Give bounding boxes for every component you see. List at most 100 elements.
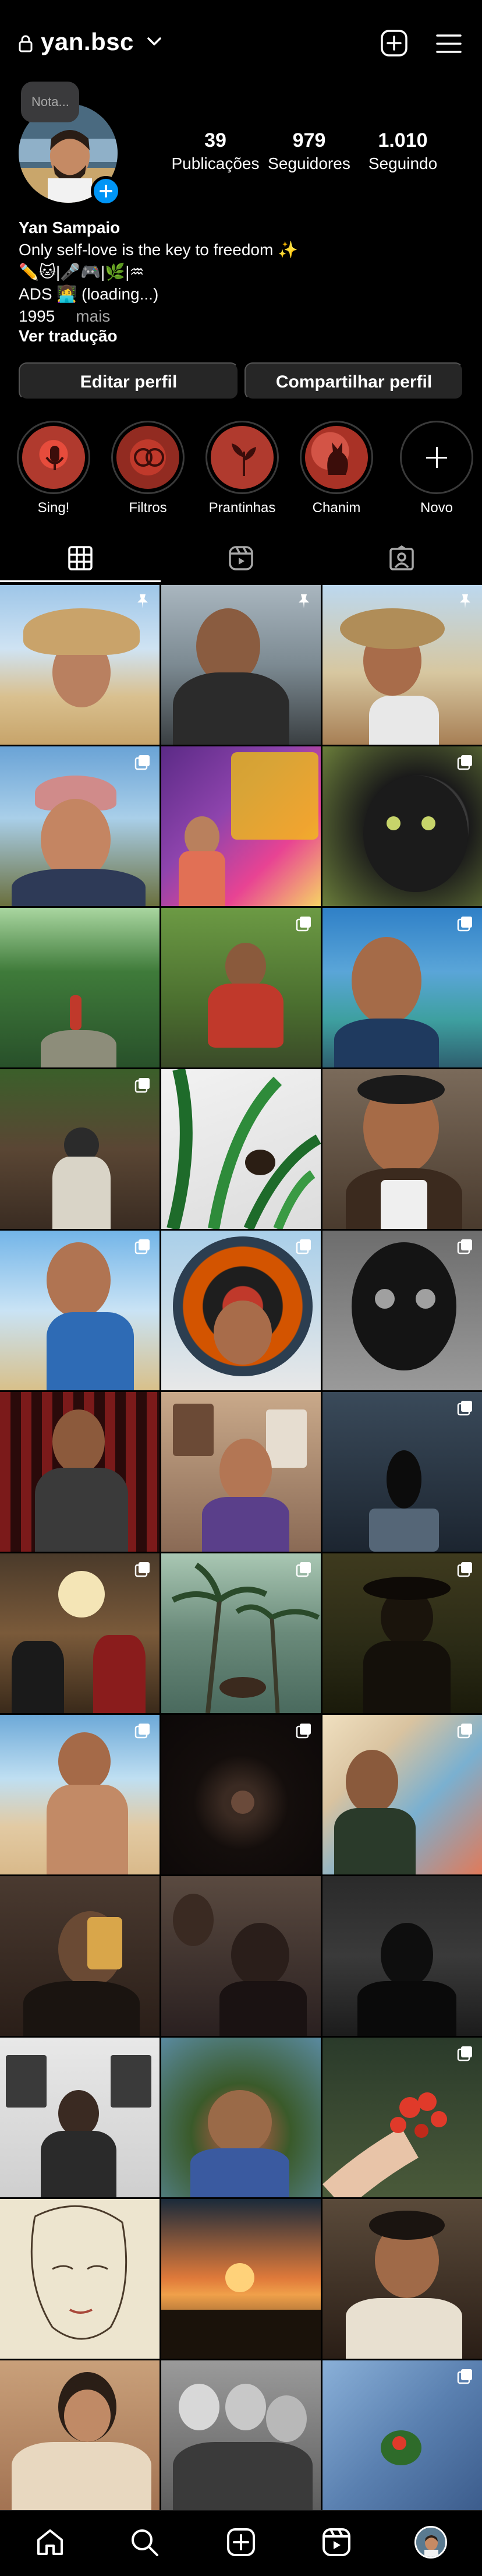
post-thumbnail[interactable] [322,1392,482,1552]
post-thumbnail[interactable] [161,1715,321,1874]
carousel-icon [296,917,311,932]
highlight-label: Filtros [129,500,167,516]
post-thumbnail[interactable] [0,2199,160,2359]
highlight-filtros[interactable]: Filtros [111,421,185,516]
carousel-icon [296,1724,311,1739]
post-thumbnail[interactable] [161,746,321,906]
stat-posts-label: Publicações [171,154,260,172]
note-bubble[interactable]: Nota... [21,82,79,122]
highlight-new[interactable]: Novo [399,421,474,516]
carousel-icon [457,1239,472,1254]
post-thumbnail[interactable] [0,1231,160,1390]
highlight-ring [111,421,185,494]
post-thumbnail[interactable] [0,585,160,745]
reels-icon [229,546,253,570]
post-thumbnail[interactable] [0,1715,160,1874]
stat-following[interactable]: 1.010 Seguindo [353,129,452,173]
new-highlight-plus-icon [400,421,473,494]
stat-followers-count: 979 [292,129,326,151]
bio-more-link[interactable]: mais [76,307,110,325]
edit-profile-button[interactable]: Editar perfil [19,362,239,400]
highlight-chanim[interactable]: Chanim [299,421,374,516]
highlight-ring [300,421,373,494]
post-thumbnail[interactable] [161,585,321,745]
carousel-icon [457,2369,472,2384]
chevron-down-icon[interactable] [147,36,162,47]
post-thumbnail[interactable] [161,1231,321,1390]
highlight-sing[interactable]: Sing! [16,421,91,516]
post-thumbnail[interactable] [322,1069,482,1229]
bio-line: ✏️🐱|🎤🎮|🌿|♒ [19,263,144,281]
tab-active-indicator [0,580,161,582]
share-profile-button[interactable]: Compartilhar perfil [244,362,463,400]
carousel-icon [457,917,472,932]
bio-line: ADS 👩‍💻 (loading...) [19,285,159,303]
filter-icon [134,448,164,467]
post-thumbnail[interactable] [322,2360,482,2520]
post-thumbnail[interactable] [161,908,321,1067]
stat-posts[interactable]: 39 Publicações [166,129,265,173]
translate-link[interactable]: Ver tradução [19,325,461,347]
create-icon[interactable] [225,2526,257,2559]
bio-line: 1995 mais [19,305,461,327]
search-icon[interactable] [128,2526,161,2559]
highlight-label: Sing! [37,500,70,516]
post-thumbnail[interactable] [322,1231,482,1390]
profile-header: yan.bsc [0,0,482,87]
post-thumbnail[interactable] [161,1392,321,1552]
tab-grid[interactable] [0,536,161,583]
carousel-icon [457,1724,472,1739]
carousel-icon [296,1562,311,1577]
carousel-icon [134,1239,150,1254]
sketch-illustration [30,2205,127,2340]
posts-grid [0,585,482,2520]
carousel-icon [134,755,150,770]
post-thumbnail[interactable] [161,2199,321,2359]
post-thumbnail[interactable] [322,908,482,1067]
profile-nav-avatar[interactable] [414,2526,447,2559]
home-icon[interactable] [34,2526,66,2559]
tab-reels[interactable] [161,536,321,583]
post-thumbnail[interactable] [161,1553,321,1713]
carousel-icon [134,1078,150,1093]
bottom-navigation [0,2510,482,2576]
post-thumbnail[interactable] [161,1069,321,1229]
post-thumbnail[interactable] [322,2038,482,2197]
post-thumbnail[interactable] [0,746,160,906]
post-thumbnail[interactable] [161,1876,321,2036]
carousel-icon [296,1239,311,1254]
post-thumbnail[interactable] [161,2360,321,2520]
bio-year: 1995 [19,307,55,325]
post-thumbnail[interactable] [0,1392,160,1552]
cat-icon [327,442,348,475]
menu-icon[interactable] [435,33,462,55]
carousel-icon [134,1562,150,1577]
post-thumbnail[interactable] [322,746,482,906]
tab-tagged[interactable] [321,536,482,583]
post-thumbnail[interactable] [0,2360,160,2520]
username-switcher[interactable]: yan.bsc [41,28,134,56]
highlight-ring [17,421,90,494]
post-thumbnail[interactable] [0,908,160,1067]
carousel-icon [457,1562,472,1577]
post-thumbnail[interactable] [0,2038,160,2197]
post-thumbnail[interactable] [0,1876,160,2036]
stat-followers[interactable]: 979 Seguidores [260,129,359,173]
post-thumbnail[interactable] [0,1553,160,1713]
highlight-prantinhas[interactable]: Prantinhas [205,421,279,516]
post-thumbnail[interactable] [161,2038,321,2197]
post-thumbnail[interactable] [322,1715,482,1874]
post-thumbnail[interactable] [322,1553,482,1713]
leaves-illustration [166,1069,321,1229]
post-thumbnail[interactable] [322,2199,482,2359]
post-thumbnail[interactable] [322,1876,482,2036]
plant-icon [232,443,256,476]
create-post-icon[interactable] [380,29,408,57]
post-thumbnail[interactable] [322,585,482,745]
profile-name: Yan Sampaio [19,219,120,237]
add-story-icon[interactable] [91,176,121,206]
post-thumbnail[interactable] [0,1069,160,1229]
reels-nav-icon[interactable] [320,2526,353,2559]
stat-followers-label: Seguidores [268,154,350,172]
carousel-icon [134,1724,150,1739]
